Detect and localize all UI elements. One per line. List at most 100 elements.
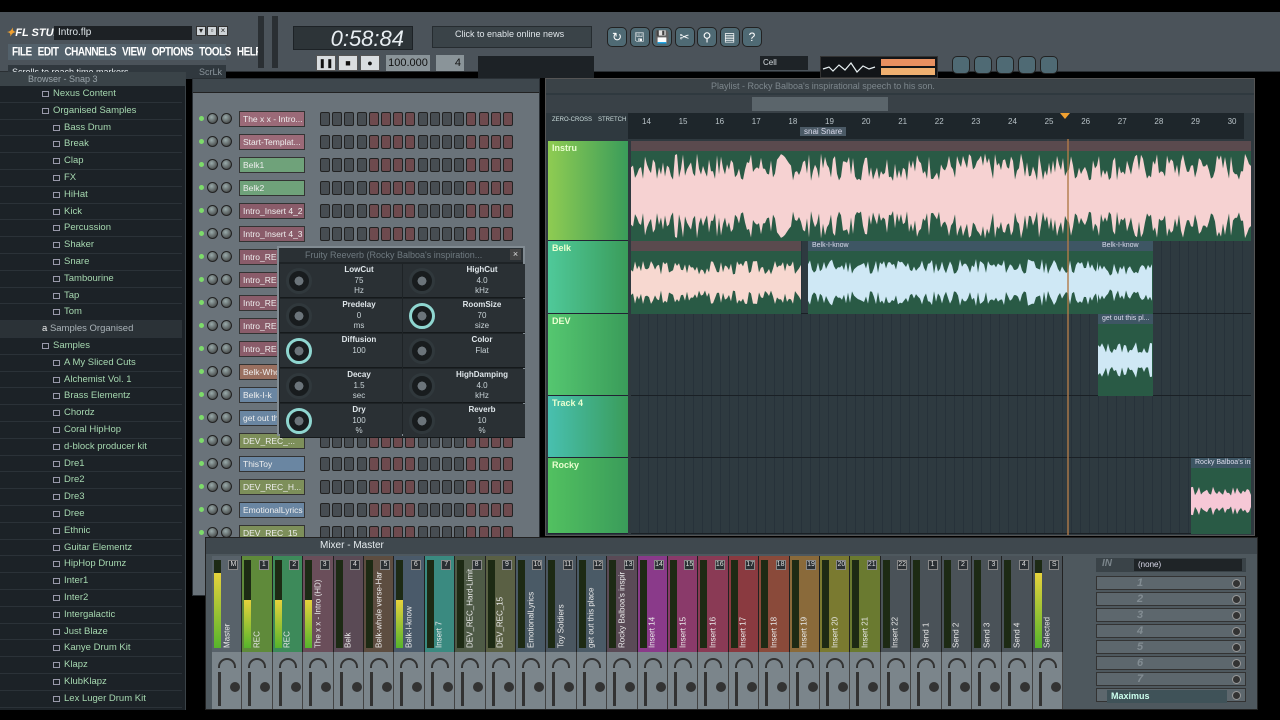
browser-item[interactable]: a Samples Organised xyxy=(0,321,182,338)
step-button[interactable] xyxy=(405,112,416,126)
step-button[interactable] xyxy=(503,503,513,517)
pan-knob[interactable] xyxy=(959,682,970,692)
browser-item[interactable]: d-block producer kit xyxy=(0,439,182,456)
pan-knob[interactable] xyxy=(207,458,218,469)
stereo-separation-knob[interactable] xyxy=(248,658,267,668)
step-button[interactable] xyxy=(405,227,416,241)
step-button[interactable] xyxy=(393,480,404,494)
tempo-display[interactable]: 100.000 xyxy=(386,55,430,71)
mixer-input[interactable]: IN (none) xyxy=(1096,558,1246,572)
stereo-separation-knob[interactable] xyxy=(522,658,540,668)
volume-fader[interactable] xyxy=(613,672,617,706)
channel-name-button[interactable]: The x x - Intro... xyxy=(239,111,305,127)
track-header[interactable]: Track 4 xyxy=(548,396,628,458)
volume-fader[interactable] xyxy=(582,672,586,706)
step-button[interactable] xyxy=(466,135,477,149)
browser-item[interactable]: Brass Elementz xyxy=(0,388,182,406)
step-button[interactable] xyxy=(393,135,404,149)
step-button[interactable] xyxy=(368,227,379,241)
channel-mute-led[interactable] xyxy=(199,461,204,466)
pan-knob[interactable] xyxy=(655,682,666,692)
volume-fader[interactable] xyxy=(795,672,799,706)
volume-fader[interactable] xyxy=(674,672,677,706)
pan-knob[interactable] xyxy=(990,682,1000,692)
mixer-strip[interactable]: 13 Rocky Balboa's inspir xyxy=(607,556,638,709)
audio-clip[interactable]: Rocky Balboa's ins xyxy=(1191,458,1251,534)
step-button[interactable] xyxy=(417,503,428,517)
restore-button[interactable]: ▫ xyxy=(207,26,217,36)
step-button[interactable] xyxy=(344,181,355,195)
browser-item[interactable]: Guitar Elementz xyxy=(0,540,182,557)
step-button[interactable] xyxy=(442,158,452,172)
step-button[interactable] xyxy=(405,457,416,471)
step-button[interactable] xyxy=(344,135,355,149)
step-button[interactable] xyxy=(454,457,465,471)
volume-fader[interactable] xyxy=(278,672,282,706)
pan-knob[interactable] xyxy=(207,320,218,331)
mixer-strip[interactable]: 1 Send 1 xyxy=(911,556,942,709)
mixer-strip[interactable]: 3 Send 3 xyxy=(972,556,1003,709)
mixer-strip[interactable]: 8 DEV_REC_Hard-Limit xyxy=(455,556,486,709)
browser-item[interactable]: Percussion xyxy=(0,220,182,238)
stereo-separation-knob[interactable] xyxy=(309,658,328,668)
volume-knob[interactable] xyxy=(221,136,232,147)
pan-knob[interactable] xyxy=(686,682,696,692)
save-new-icon[interactable]: 🖫 xyxy=(629,27,650,47)
step-button[interactable] xyxy=(405,158,416,172)
search-icon[interactable]: ⚲ xyxy=(697,27,717,47)
step-button[interactable] xyxy=(332,204,343,218)
pan-knob[interactable] xyxy=(207,113,218,124)
step-button[interactable] xyxy=(368,457,379,471)
diffusion-knob[interactable] xyxy=(286,338,312,364)
mixer-strip[interactable]: 4 Send 4 xyxy=(1002,556,1033,709)
plugin-title[interactable]: Fruity Reeverb (Rocky Balboa's inspirati… xyxy=(279,248,523,262)
step-button[interactable] xyxy=(442,181,452,195)
channel-mute-led[interactable] xyxy=(199,415,204,420)
volume-fader[interactable] xyxy=(734,672,738,706)
volume-knob[interactable] xyxy=(221,159,232,170)
step-button[interactable] xyxy=(454,480,465,494)
step-button[interactable] xyxy=(442,135,452,149)
volume-knob[interactable] xyxy=(221,389,232,400)
step-button[interactable] xyxy=(478,135,489,149)
step-button[interactable] xyxy=(332,457,343,471)
pan-knob[interactable] xyxy=(207,297,218,308)
step-button[interactable] xyxy=(405,135,416,149)
audio-clip[interactable] xyxy=(631,141,1251,241)
browser-item[interactable]: Inter1 xyxy=(0,573,182,590)
browser-item[interactable]: Shaker xyxy=(0,237,182,254)
pan-knob[interactable] xyxy=(442,682,453,692)
browser-item[interactable]: Tambourine xyxy=(0,271,182,288)
step-button[interactable] xyxy=(490,135,501,149)
volume-fader[interactable] xyxy=(947,672,951,706)
fx-mix-knob[interactable] xyxy=(1232,627,1241,636)
pan-knob[interactable] xyxy=(868,682,879,692)
step-button[interactable] xyxy=(356,158,367,172)
step-button[interactable] xyxy=(490,112,501,126)
track-header[interactable]: Rocky xyxy=(548,458,628,534)
fx-mix-knob[interactable] xyxy=(1232,579,1241,588)
stereo-separation-knob[interactable] xyxy=(674,658,692,668)
channel-mute-led[interactable] xyxy=(199,139,204,144)
stereo-separation-knob[interactable] xyxy=(978,658,996,668)
channel-mute-led[interactable] xyxy=(199,323,204,328)
time-display[interactable]: 0:58:84 xyxy=(293,26,413,51)
volume-fader[interactable] xyxy=(248,672,252,706)
step-button[interactable] xyxy=(381,480,391,494)
volume-knob[interactable] xyxy=(221,343,232,354)
pan-knob[interactable] xyxy=(716,682,727,692)
mixer-strip[interactable]: 7 Insert 7 xyxy=(424,556,456,709)
channel-mute-led[interactable] xyxy=(199,530,204,535)
mixer-strip[interactable]: 10 EmotionalLyrics xyxy=(516,556,547,709)
step-button[interactable] xyxy=(320,457,330,471)
step-button[interactable] xyxy=(320,503,330,517)
pan-knob[interactable] xyxy=(807,682,818,692)
step-button[interactable] xyxy=(381,112,391,126)
volume-fader[interactable] xyxy=(552,672,556,706)
step-button[interactable] xyxy=(478,204,489,218)
fx-slot[interactable]: 4 xyxy=(1096,624,1246,638)
stereo-separation-knob[interactable] xyxy=(461,658,480,668)
step-button[interactable] xyxy=(320,135,330,149)
browser-item[interactable]: Kick xyxy=(0,204,182,221)
volume-knob[interactable] xyxy=(221,205,232,216)
